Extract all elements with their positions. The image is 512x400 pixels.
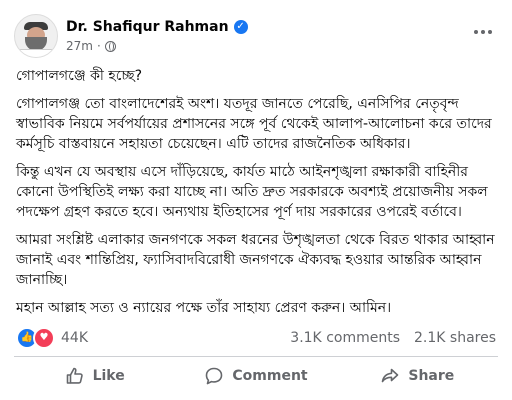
reactions-summary[interactable]: 👍 ♥ 44K xyxy=(16,327,88,349)
share-icon xyxy=(382,368,399,383)
globe-icon[interactable] xyxy=(104,40,116,52)
separator-dot: · xyxy=(96,39,101,53)
like-button[interactable]: Like xyxy=(14,358,175,394)
comment-icon xyxy=(206,367,223,385)
engagement-stats: 3.1K comments 2.1K shares xyxy=(290,328,496,348)
post-paragraph: কিন্তু এখন যে অবস্থায় এসে দাঁড়িয়েছে, … xyxy=(16,164,488,220)
author-name[interactable]: Dr. Shafiqur Rahman xyxy=(66,19,229,35)
post-paragraph: আমরা সংশ্লিষ্ট এলাকার জনগণকে সকল ধরনের উ… xyxy=(16,232,495,288)
author-row: Dr. Shafiqur Rahman ✓ xyxy=(66,17,248,37)
comment-button[interactable]: Comment xyxy=(175,358,336,394)
more-options-icon[interactable] xyxy=(468,22,498,42)
like-label: Like xyxy=(92,368,125,384)
share-label: Share xyxy=(408,368,455,384)
dot xyxy=(488,30,492,34)
post-time[interactable]: 27m xyxy=(66,39,93,53)
verified-badge-icon: ✓ xyxy=(233,20,248,34)
reaction-count: 44K xyxy=(61,330,88,346)
post-paragraph: মহান আল্লাহ সত্য ও ন্যায়ের পক্ষে তাঁর স… xyxy=(16,300,392,316)
thumbs-up-icon xyxy=(66,367,83,384)
post-paragraph: গোপালগঞ্জে কী হচ্ছে? xyxy=(16,68,143,84)
post-actions: Like Comment Share xyxy=(14,358,498,394)
dot xyxy=(474,30,478,34)
comment-label: Comment xyxy=(232,368,308,384)
post-body: গোপালগঞ্জে কী হচ্ছে? গোপালগঞ্জ তো বাংলাদ… xyxy=(16,66,500,326)
shares-count[interactable]: 2.1K shares xyxy=(414,330,496,346)
author-avatar[interactable] xyxy=(14,14,58,58)
love-reaction-icon: ♥ xyxy=(33,327,55,349)
comments-count[interactable]: 3.1K comments xyxy=(290,330,400,346)
post-header: Dr. Shafiqur Rahman ✓ 27m · xyxy=(14,14,498,58)
post-meta: 27m · xyxy=(66,38,116,54)
post-card: Dr. Shafiqur Rahman ✓ 27m · গোপালগঞ্জে ক… xyxy=(0,0,512,400)
share-button[interactable]: Share xyxy=(337,358,498,394)
actions-divider xyxy=(14,356,498,357)
avatar-shirt xyxy=(19,49,53,57)
post-paragraph: গোপালগঞ্জ তো বাংলাদেশেরই অংশ। যতদূর জানত… xyxy=(16,96,492,152)
dot xyxy=(481,30,485,34)
